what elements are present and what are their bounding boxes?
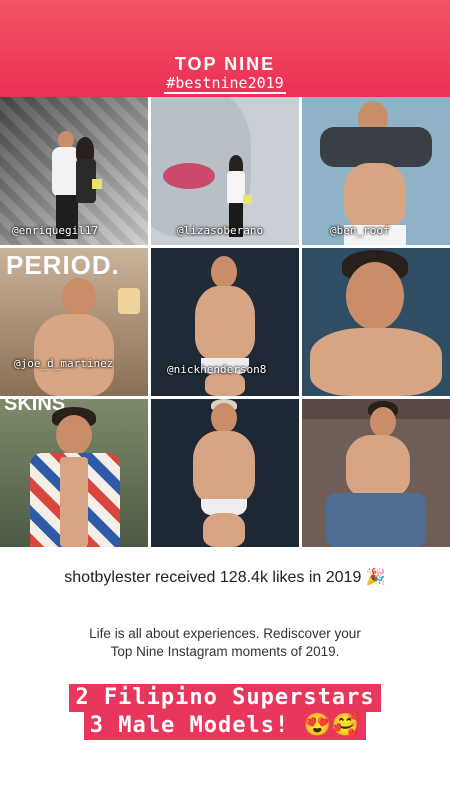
photo-tile-6[interactable] <box>302 248 450 396</box>
person-head <box>211 403 237 433</box>
caption-banner: 2 Filipino Superstars 3 Male Models! 😍🥰 <box>0 684 450 740</box>
tile-tag: @joe_d_martinez <box>14 357 114 370</box>
photo-tile-3[interactable]: @ben_roof <box>302 97 450 245</box>
shoulders <box>310 328 442 396</box>
torso <box>195 286 255 360</box>
tile-tag: @nickhenderson8 <box>167 363 267 376</box>
magazine-logo: PERIOD. <box>6 250 120 280</box>
top-nine-grid: @enriquegil17 @lizasoberano @ben_roof PE… <box>0 97 450 547</box>
yellow-bag <box>243 195 252 204</box>
person-head <box>211 256 237 288</box>
banner-line-1: 2 Filipino Superstars <box>69 684 381 712</box>
stats-middle: received <box>150 569 220 586</box>
photo-tile-4[interactable]: PERIOD. @joe_d_martinez <box>0 248 148 396</box>
tile-tag: @enriquegil17 <box>12 224 99 237</box>
tile-tag: @ben_roof <box>330 224 390 237</box>
photo-tile-7[interactable]: SKINS <box>0 399 148 547</box>
username: shotbylester <box>64 569 151 586</box>
torso <box>193 431 255 503</box>
person-head <box>62 278 96 316</box>
hashtag-text: #bestnine2019 <box>164 74 286 94</box>
tagline: Life is all about experiences. Rediscove… <box>40 625 410 661</box>
photo-tile-5[interactable]: @nickhenderson8 <box>151 248 299 396</box>
banner-line-2: 3 Male Models! 😍🥰 <box>83 712 367 740</box>
tagline-line-2: Top Nine Instagram moments of 2019. <box>110 644 340 659</box>
person-head <box>346 262 404 330</box>
likes-summary: shotbylester received 128.4k likes in 20… <box>0 567 450 587</box>
photo-tile-1[interactable]: @enriquegil17 <box>0 97 148 245</box>
likes-count: 128.4k <box>219 569 268 586</box>
torso <box>34 314 114 396</box>
story-header: TOP NINE #bestnine2019 <box>0 0 450 97</box>
torso <box>346 435 410 497</box>
stats-suffix: likes in 2019 🎉 <box>267 569 386 586</box>
yellow-bag <box>92 179 102 189</box>
hashtag-label: #bestnine2019 <box>0 74 450 94</box>
chest <box>60 457 88 547</box>
photo-tile-8[interactable] <box>151 399 299 547</box>
photo-tile-9[interactable] <box>302 399 450 547</box>
photo-tile-2[interactable]: @lizasoberano <box>151 97 299 245</box>
dark-shirt <box>320 127 432 167</box>
tile-tag: @lizasoberano <box>177 224 264 237</box>
lamp <box>118 288 140 314</box>
tagline-line-1: Life is all about experiences. Rediscove… <box>89 626 361 641</box>
legs <box>203 513 245 547</box>
person-head <box>370 407 396 437</box>
person-head <box>56 415 92 455</box>
torso <box>344 163 406 227</box>
mural-lips <box>163 163 215 189</box>
jeans <box>326 493 426 547</box>
page-title: TOP NINE <box>174 54 276 74</box>
